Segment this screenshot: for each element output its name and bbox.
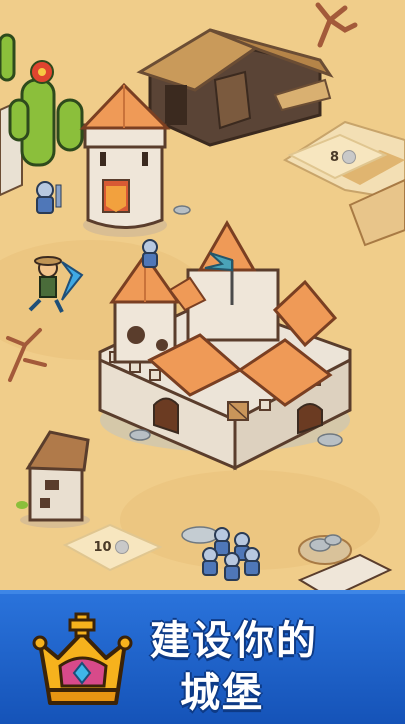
plot-cost-10[interactable]: 10 — [86, 538, 136, 556]
banner-title-line2: 城堡 — [180, 670, 264, 716]
plot-cost-8[interactable]: 8 — [318, 148, 368, 166]
banner-title-line1: 建设你的 — [150, 618, 318, 664]
knight-unit-castle — [142, 239, 158, 268]
stone-coin-icon — [342, 150, 357, 164]
stone-coin-icon — [114, 540, 129, 554]
crown-icon — [32, 612, 133, 705]
game-scene — [0, 0, 405, 600]
cost-value: 10 — [93, 539, 112, 555]
cost-value: 8 — [329, 149, 340, 165]
